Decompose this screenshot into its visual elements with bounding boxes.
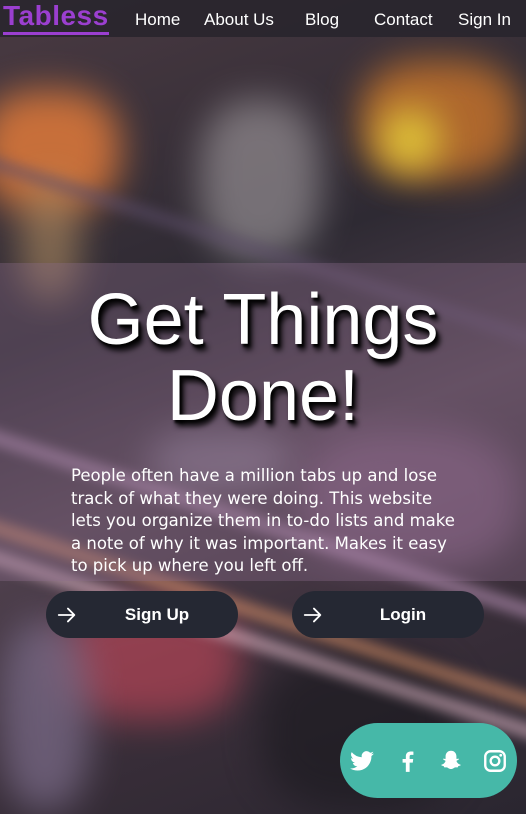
social-links <box>340 723 517 798</box>
nav-link-sign-in[interactable]: Sign In <box>458 10 511 30</box>
hero-title: Get Things Done! <box>0 282 526 434</box>
bg-blob <box>380 110 440 170</box>
snapchat-icon[interactable] <box>438 748 464 774</box>
hero-title-line1: Get Things <box>87 280 439 360</box>
sign-up-label: Sign Up <box>124 605 190 624</box>
sign-up-button[interactable]: Sign Up <box>46 591 238 638</box>
hero-description: People often have a million tabs up and … <box>71 466 455 575</box>
instagram-icon[interactable] <box>482 748 508 774</box>
arrow-right-icon <box>57 607 76 623</box>
top-nav: Tabless Home About Us Blog Contact Sign … <box>0 0 526 37</box>
login-button[interactable]: Login <box>292 591 484 638</box>
nav-link-home[interactable]: Home <box>135 10 180 30</box>
twitter-icon[interactable] <box>349 748 375 774</box>
nav-link-blog[interactable]: Blog <box>305 10 339 30</box>
bg-blob <box>0 620 90 810</box>
nav-link-contact[interactable]: Contact <box>374 10 433 30</box>
arrow-right-icon <box>303 607 322 623</box>
nav-link-about-us[interactable]: About Us <box>204 10 274 30</box>
login-label: Login <box>379 605 427 624</box>
facebook-icon[interactable] <box>395 748 421 774</box>
logo[interactable]: Tabless <box>3 0 109 35</box>
hero-title-line2: Done! <box>166 356 360 436</box>
